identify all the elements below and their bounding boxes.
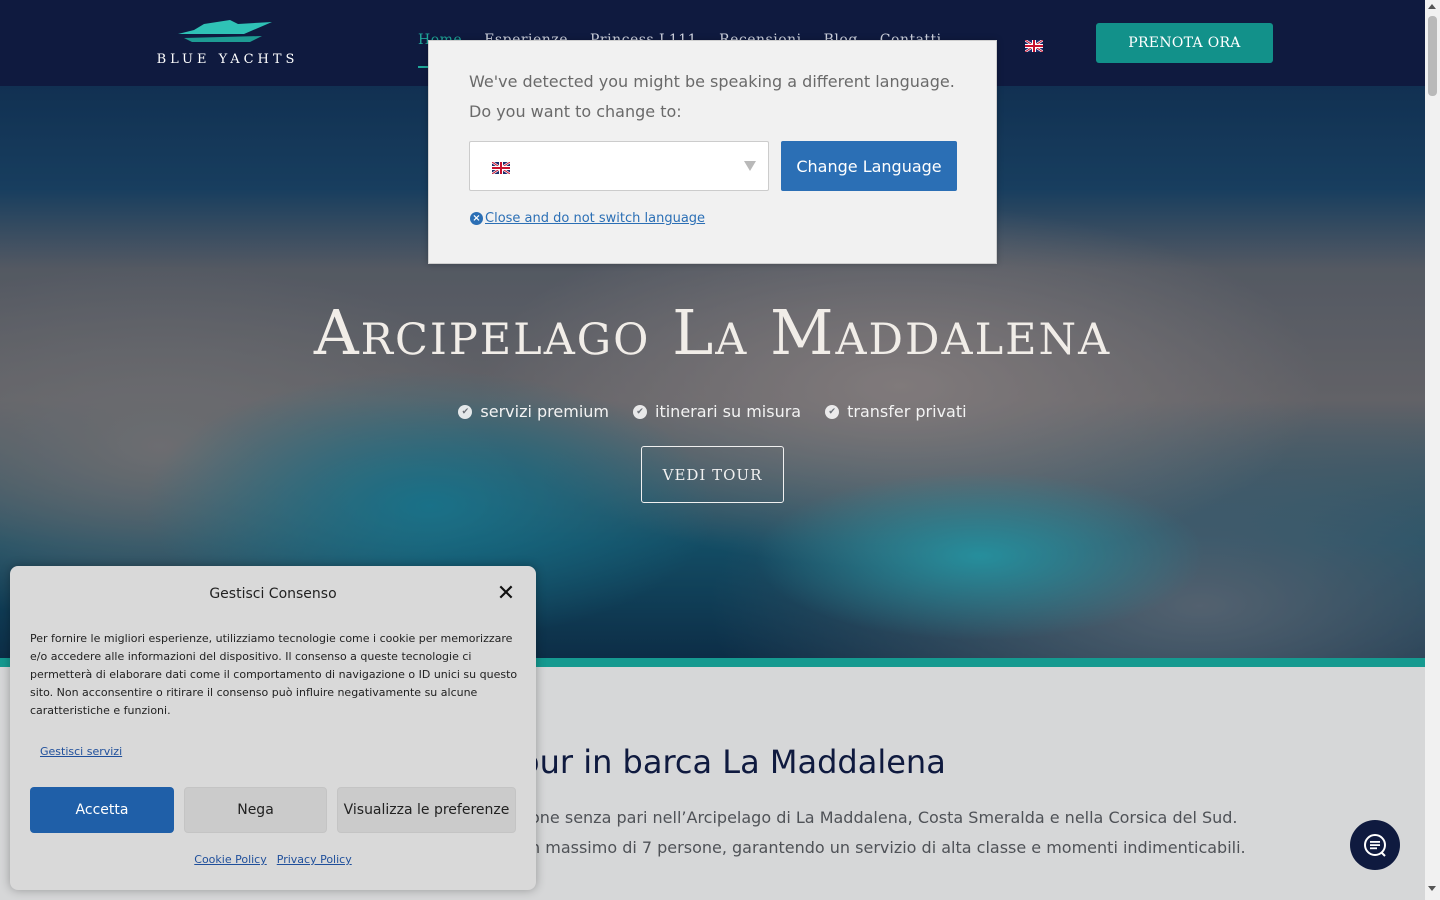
feature-label: servizi premium [480, 402, 610, 421]
scroll-up-arrow-icon[interactable] [1428, 4, 1436, 9]
cookie-consent-dialog: Gestisci Consenso ✕ Per fornire le migli… [10, 566, 536, 890]
feature-item: ✔ transfer privati [825, 402, 967, 421]
close-language-label: Close and do not switch language [485, 211, 706, 226]
change-language-button[interactable]: Change Language [781, 141, 957, 191]
language-select[interactable] [469, 141, 769, 191]
language-popup: We've detected you might be speaking a d… [428, 40, 997, 264]
logo-text: BLUE YACHTS [156, 52, 299, 67]
section-text-line: n massimo di 7 persone, garantendo un se… [530, 838, 1246, 857]
cookie-policy-link[interactable]: Cookie Policy [194, 853, 266, 866]
chat-button[interactable] [1350, 820, 1400, 870]
yacht-logo-icon [178, 20, 272, 42]
hero-title: Arcipelago La Maddalena [313, 296, 1112, 369]
view-preferences-button[interactable]: Visualizza le preferenze [337, 787, 516, 833]
close-language-link[interactable]: × Close and do not switch language [470, 211, 705, 226]
check-icon: ✔ [458, 404, 473, 419]
section-title: our in barca La Maddalena [520, 743, 946, 781]
feature-item: ✔ servizi premium [458, 402, 609, 421]
cookie-title: Gestisci Consenso [209, 586, 337, 602]
section-text-line: one senza pari nell’Arcipelago di La Mad… [530, 808, 1238, 827]
accept-button[interactable]: Accetta [30, 787, 174, 833]
privacy-policy-link[interactable]: Privacy Policy [277, 853, 352, 866]
manage-services-link[interactable]: Gestisci servizi [40, 745, 122, 758]
view-tours-button[interactable]: VEDI TOUR [641, 446, 784, 503]
close-icon: × [470, 212, 483, 225]
language-flag[interactable] [1024, 37, 1044, 56]
close-icon[interactable]: ✕ [496, 583, 516, 605]
chat-icon [1364, 834, 1386, 857]
scrollbar[interactable] [1425, 0, 1440, 900]
scroll-down-arrow-icon[interactable] [1428, 886, 1436, 891]
feature-label: transfer privati [847, 402, 967, 421]
check-icon: ✔ [633, 404, 648, 419]
language-message: We've detected you might be speaking a d… [469, 72, 955, 121]
scroll-thumb[interactable] [1428, 16, 1437, 96]
book-now-button[interactable]: PRENOTA ORA [1096, 23, 1273, 63]
hero-features: ✔ servizi premium ✔ itinerari su misura … [0, 402, 1425, 421]
deny-button[interactable]: Nega [184, 787, 327, 833]
logo[interactable]: BLUE YACHTS [150, 18, 310, 70]
cookie-text: Per fornire le migliori esperienze, util… [30, 632, 518, 717]
section-text: one senza pari nell’Arcipelago di La Mad… [530, 803, 1250, 863]
uk-flag-icon [1024, 39, 1044, 53]
cookie-links: Cookie Policy Privacy Policy [10, 853, 536, 866]
chevron-down-icon [744, 161, 756, 171]
feature-item: ✔ itinerari su misura [633, 402, 801, 421]
uk-flag-icon [491, 159, 511, 178]
feature-label: itinerari su misura [655, 402, 802, 421]
check-icon: ✔ [825, 404, 840, 419]
